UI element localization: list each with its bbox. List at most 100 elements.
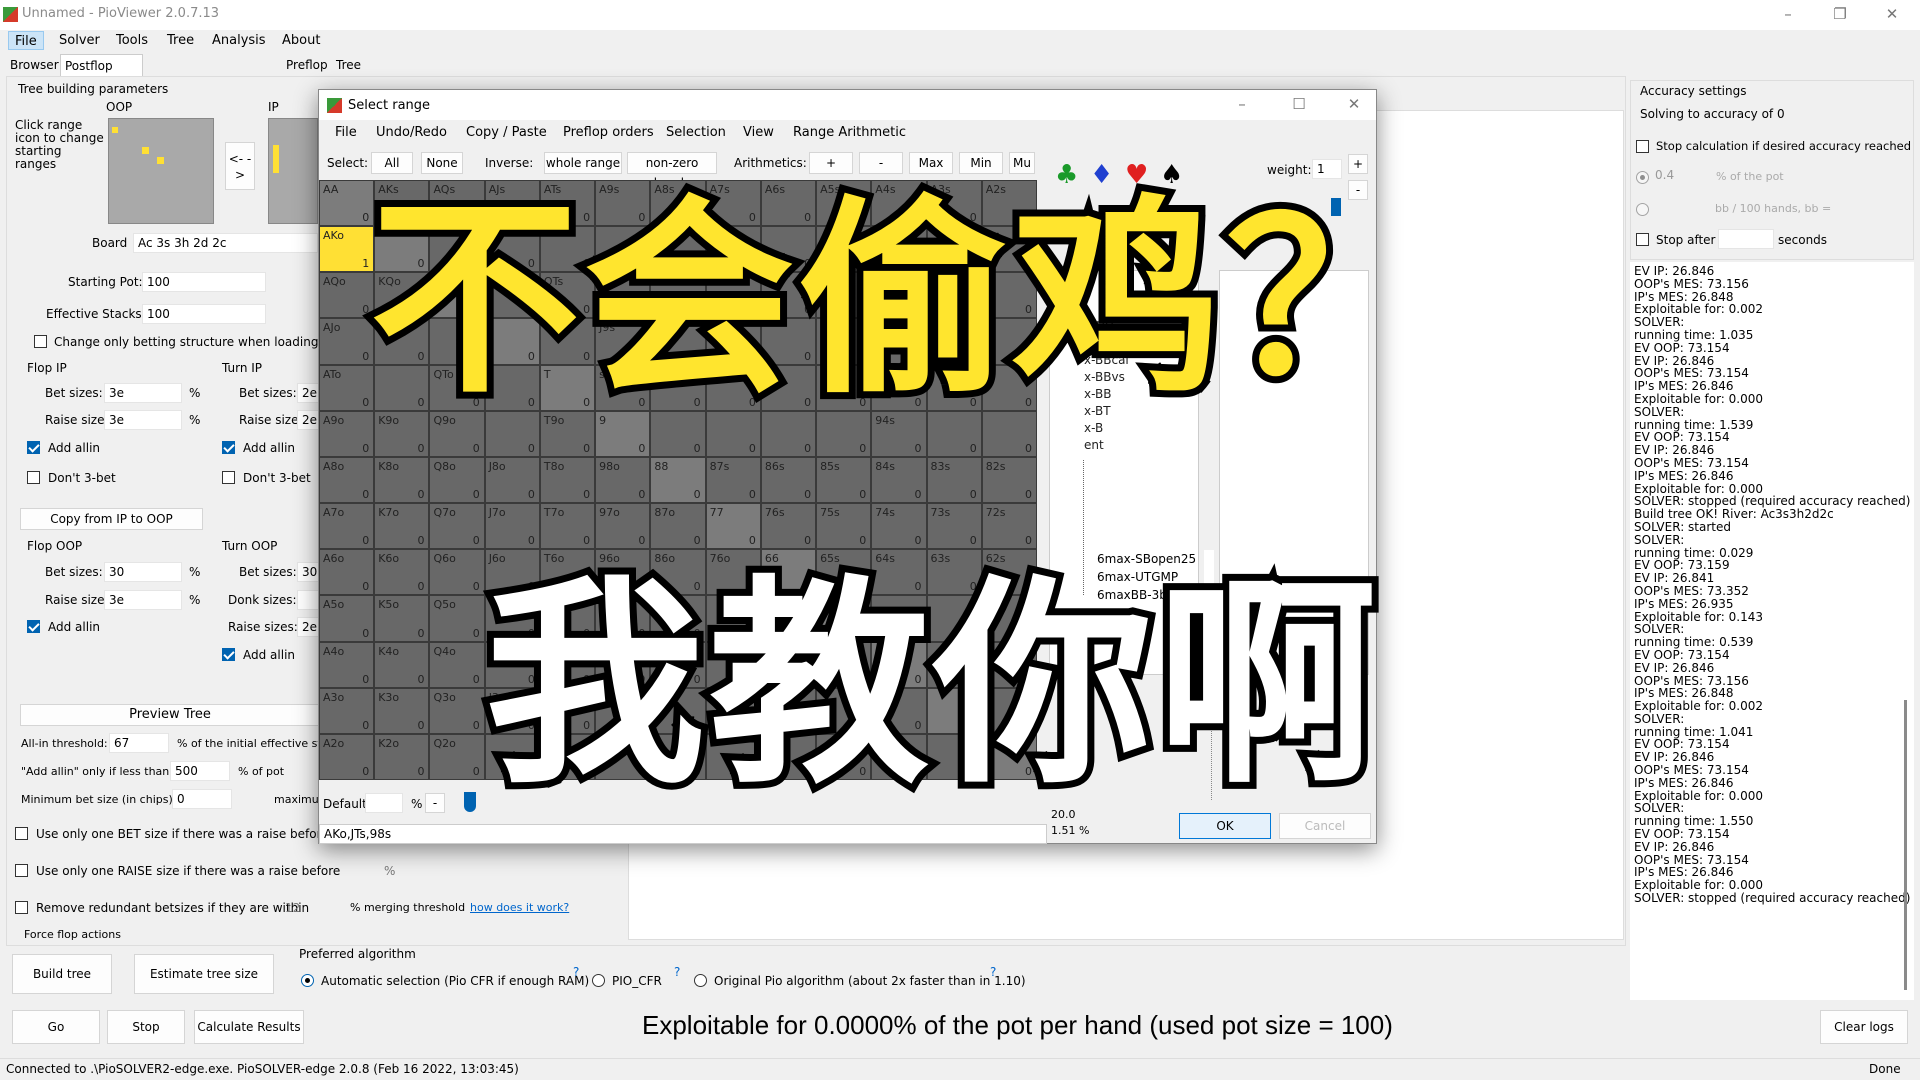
stop-after-input[interactable] bbox=[1718, 229, 1774, 249]
clear-logs-button[interactable]: Clear logs bbox=[1820, 1010, 1908, 1044]
build-tree-button[interactable]: Build tree bbox=[12, 954, 112, 994]
arith-mu-button[interactable]: Mu bbox=[1009, 152, 1035, 174]
stop-button[interactable]: Stop bbox=[107, 1010, 185, 1044]
hand-cell[interactable]: K4o 0 bbox=[374, 641, 430, 688]
stop-calc-checkbox[interactable] bbox=[1636, 140, 1649, 153]
hand-cell[interactable]: A2o 0 bbox=[319, 733, 375, 780]
hand-cell[interactable]: AJo 0 bbox=[319, 318, 375, 365]
hand-cell[interactable]: K8o 0 bbox=[374, 456, 430, 504]
dialog-close-icon[interactable]: ✕ bbox=[1334, 93, 1374, 115]
hand-cell[interactable]: J7o 0 bbox=[484, 503, 540, 550]
hand-cell[interactable]: 83s 0 bbox=[926, 456, 982, 504]
min-bet-input[interactable]: 0 bbox=[172, 789, 232, 809]
menu-tree[interactable]: Tree bbox=[161, 31, 200, 50]
arith-minus-button[interactable]: - bbox=[859, 152, 903, 174]
hand-cell[interactable]: J8o 0 bbox=[484, 456, 540, 504]
close-icon[interactable]: ✕ bbox=[1872, 3, 1912, 25]
hand-cell[interactable]: Q6o 0 bbox=[429, 549, 485, 596]
ok-button[interactable]: OK bbox=[1179, 813, 1271, 839]
weight-input[interactable]: 1 bbox=[1312, 159, 1342, 179]
hand-cell[interactable]: AQo 0 bbox=[319, 272, 375, 319]
hand-cell[interactable]: 73s 0 bbox=[926, 503, 982, 550]
swap-ranges-button[interactable]: <- -> bbox=[225, 142, 255, 190]
flop-oop-raise-input[interactable]: 3e bbox=[104, 590, 182, 610]
range-text-input[interactable]: AKo,JTs,98s bbox=[319, 824, 1047, 844]
menu-tools[interactable]: Tools bbox=[110, 31, 154, 50]
cancel-button[interactable]: Cancel bbox=[1279, 813, 1371, 839]
hand-cell[interactable]: Q8o 0 bbox=[429, 456, 485, 504]
hand-cell[interactable]: AKo 1 bbox=[319, 226, 375, 273]
how-does-it-work-link[interactable]: how does it work? bbox=[470, 901, 569, 914]
hand-cell[interactable]: Q2o 0 bbox=[429, 733, 485, 780]
algo-pio-help[interactable]: ? bbox=[674, 965, 680, 979]
arith-plus-button[interactable]: + bbox=[809, 152, 853, 174]
turn-ip-raise-input[interactable]: 2e bbox=[297, 410, 319, 430]
hand-cell[interactable]: ATo 0 bbox=[319, 364, 375, 411]
hand-cell[interactable]: 77 0 bbox=[705, 503, 761, 550]
board-input[interactable]: Ac 3s 3h 2d 2c bbox=[133, 233, 318, 253]
hand-cell[interactable]: A6o 0 bbox=[319, 549, 375, 596]
tab-tree-information[interactable]: Tree information bbox=[332, 54, 409, 94]
tab-postflop[interactable]: Postflop Tree Building and Calculations bbox=[60, 54, 144, 161]
turn-ip-dont3bet-checkbox[interactable] bbox=[222, 471, 235, 484]
hand-cell[interactable]: A9o 0 bbox=[319, 410, 375, 457]
hand-cell[interactable]: K6o 0 bbox=[374, 549, 430, 596]
add-allin-only-input[interactable]: 500 bbox=[170, 761, 230, 781]
hand-cell[interactable]: A5o 0 bbox=[319, 595, 375, 642]
one-bet-checkbox[interactable] bbox=[15, 827, 28, 840]
minimize-icon[interactable]: – bbox=[1768, 3, 1808, 25]
hand-cell[interactable]: Q7o 0 bbox=[429, 503, 485, 550]
tab-preflop[interactable]: Preflop bbox=[282, 54, 332, 76]
select-none-button[interactable]: None bbox=[421, 152, 463, 174]
arith-min-button[interactable]: Min bbox=[959, 152, 1003, 174]
algo-orig-radio[interactable] bbox=[694, 974, 707, 987]
bb100-radio[interactable] bbox=[1636, 203, 1649, 216]
default-minus-button[interactable]: - bbox=[425, 793, 445, 813]
hand-cell[interactable]: A7o 0 bbox=[319, 503, 375, 550]
inverse-nonzero-button[interactable]: non-zero hands bbox=[627, 152, 717, 190]
hand-cell[interactable]: 82s 0 bbox=[981, 456, 1037, 504]
hand-cell[interactable]: K2o 0 bbox=[374, 733, 430, 780]
inverse-whole-button[interactable]: whole range bbox=[544, 152, 622, 174]
hand-cell[interactable]: 98o 0 bbox=[595, 456, 651, 504]
hand-cell[interactable]: 72s 0 bbox=[981, 503, 1037, 550]
dlg-menu-arithmetic[interactable]: Range Arithmetic bbox=[793, 125, 906, 140]
preset-item[interactable]: ent bbox=[1084, 437, 1129, 454]
algo-auto-help[interactable]: ? bbox=[573, 965, 579, 979]
dlg-menu-undo[interactable]: Undo/Redo bbox=[376, 125, 447, 140]
dlg-menu-copy[interactable]: Copy / Paste bbox=[466, 125, 547, 140]
menu-solver[interactable]: Solver bbox=[53, 31, 106, 50]
turn-ip-bet-input[interactable]: 2e bbox=[297, 383, 319, 403]
log-scrollbar[interactable] bbox=[1904, 700, 1907, 990]
oop-range-icon[interactable] bbox=[108, 118, 214, 224]
dialog-minimize-icon[interactable]: – bbox=[1222, 93, 1262, 115]
hand-cell[interactable]: 74s 0 bbox=[871, 503, 927, 550]
change-only-checkbox[interactable] bbox=[34, 335, 47, 348]
flop-ip-dont3bet-checkbox[interactable] bbox=[27, 471, 40, 484]
one-raise-checkbox[interactable] bbox=[15, 864, 28, 877]
hand-cell[interactable]: 88 0 bbox=[650, 456, 706, 504]
preview-tree-button[interactable]: Preview Tree bbox=[20, 704, 320, 726]
hand-cell[interactable]: A8o 0 bbox=[319, 456, 375, 504]
copy-ip-to-oop-button[interactable]: Copy from IP to OOP bbox=[20, 508, 203, 530]
turn-oop-allin-checkbox[interactable] bbox=[222, 648, 235, 661]
hand-cell[interactable]: K5o 0 bbox=[374, 595, 430, 642]
dlg-menu-selection[interactable]: Selection bbox=[666, 125, 726, 140]
hand-cell[interactable]: 97o 0 bbox=[595, 503, 651, 550]
stop-after-checkbox[interactable] bbox=[1636, 233, 1649, 246]
go-button[interactable]: Go bbox=[12, 1010, 100, 1044]
hand-cell[interactable]: K7o 0 bbox=[374, 503, 430, 550]
hand-cell[interactable]: A3o 0 bbox=[319, 687, 375, 734]
preset-item[interactable]: x-B bbox=[1084, 420, 1129, 437]
ip-range-icon[interactable] bbox=[268, 118, 318, 224]
default-slider-thumb[interactable] bbox=[464, 792, 476, 812]
menu-analysis[interactable]: Analysis bbox=[206, 31, 272, 50]
dialog-maximize-icon[interactable]: ☐ bbox=[1279, 93, 1319, 115]
tab-browser[interactable]: Browser bbox=[6, 54, 63, 76]
hand-cell[interactable]: 76s 0 bbox=[760, 503, 817, 550]
menu-file[interactable]: File bbox=[8, 31, 44, 50]
pct-pot-radio[interactable] bbox=[1636, 171, 1649, 184]
restore-icon[interactable]: ❐ bbox=[1820, 3, 1860, 25]
flop-ip-raise-input[interactable]: 3e bbox=[104, 410, 182, 430]
flop-ip-bet-input[interactable]: 3e bbox=[104, 383, 182, 403]
